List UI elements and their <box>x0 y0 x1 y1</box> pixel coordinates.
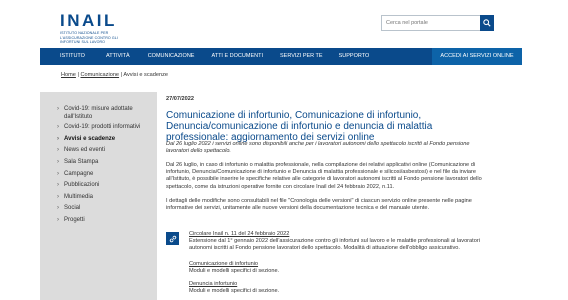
chevron-right-icon: › <box>57 216 59 223</box>
sidebar-item-label: Progetti <box>64 216 85 223</box>
attachment-description: Moduli e modelli specifici di sezione. <box>189 288 280 294</box>
breadcrumb: Home | Comunicazione | Avvisi e scadenze <box>61 72 168 78</box>
article-paragraph: Dal 26 luglio, in caso di infortunio o m… <box>166 162 482 190</box>
nav-servizi-per-te[interactable]: SERVIZI PER TE <box>280 48 323 65</box>
sidebar: › Covid-19: misure adottate dall'Istitut… <box>40 92 157 300</box>
chevron-right-icon: › <box>57 135 59 142</box>
logo-subtext: ISTITUTO NAZIONALE PER L'ASSICURAZIONE C… <box>60 31 118 45</box>
attachment-link-comunicazione[interactable]: Comunicazione di infortunio <box>189 261 489 268</box>
sidebar-item-label: Covid-19: misure adottate dall'Istituto <box>64 106 133 120</box>
article-lead: Dal 26 luglio 2022 i servizi online sono… <box>166 141 470 154</box>
search-icon <box>483 19 491 27</box>
chevron-right-icon: › <box>57 147 59 154</box>
attachment-link-denuncia[interactable]: Denuncia infortunio <box>189 281 489 288</box>
attachment-item: Denuncia infortunio Moduli e modelli spe… <box>189 281 489 295</box>
sidebar-item-multimedia[interactable]: › Multimedia <box>40 194 157 202</box>
sidebar-item-label: Covid-19: prodotti informativi <box>64 124 141 131</box>
sidebar-item-label: Multimedia <box>64 193 94 200</box>
sidebar-item-label: News ed eventi <box>64 147 106 154</box>
attachment-item: Circolare Inail n. 11 del 24 febbraio 20… <box>189 231 489 252</box>
sidebar-item-news-eventi[interactable]: › News ed eventi <box>40 147 157 155</box>
chevron-right-icon: › <box>57 106 59 112</box>
nav-istituto[interactable]: ISTITUTO <box>60 48 85 65</box>
link-icon <box>166 232 179 245</box>
attachment-description: Moduli e modelli specifici di sezione. <box>189 268 280 274</box>
sidebar-item-label: Campagne <box>64 170 94 177</box>
sidebar-item-campagne[interactable]: › Campagne <box>40 171 157 179</box>
sidebar-item-social[interactable]: › Social <box>40 205 157 213</box>
logo-word: INAIL <box>60 11 117 30</box>
sidebar-item-progetti[interactable]: › Progetti <box>40 217 157 225</box>
sidebar-item-sala-stampa[interactable]: › Sala Stampa <box>40 159 157 167</box>
attachment-link-circolare[interactable]: Circolare Inail n. 11 del 24 febbraio 20… <box>189 231 489 238</box>
nav-atti-documenti[interactable]: ATTI E DOCUMENTI <box>211 48 263 65</box>
search-button[interactable] <box>480 15 494 31</box>
nav-supporto[interactable]: SUPPORTO <box>339 48 370 65</box>
access-online-services-button[interactable]: ACCEDI AI SERVIZI ONLINE <box>432 48 522 65</box>
chevron-right-icon: › <box>57 124 59 131</box>
breadcrumb-comunicazione[interactable]: Comunicazione <box>80 72 119 78</box>
sidebar-item-label: Avvisi e scadenze <box>64 135 116 142</box>
article-date: 27/07/2022 <box>166 96 194 102</box>
sidebar-item-covid-prodotti[interactable]: › Covid-19: prodotti informativi <box>40 124 157 132</box>
search-input[interactable] <box>382 16 478 30</box>
article-paragraph: I dettagli delle modifiche sono consulta… <box>166 198 472 212</box>
nav-comunicazione[interactable]: COMUNICAZIONE <box>148 48 195 65</box>
breadcrumb-home[interactable]: Home <box>61 72 76 78</box>
inail-logo[interactable]: INAIL ISTITUTO NAZIONALE PER L'ASSICURAZ… <box>60 12 126 45</box>
main-navbar: ISTITUTO ATTIVITÀ COMUNICAZIONE ATTI E D… <box>40 48 522 65</box>
nav-attivita[interactable]: ATTIVITÀ <box>106 48 130 65</box>
search-box <box>381 15 494 31</box>
chevron-right-icon: › <box>57 193 59 200</box>
sidebar-item-avvisi-scadenze[interactable]: › Avvisi e scadenze <box>40 136 157 144</box>
sidebar-item-covid-misure[interactable]: › Covid-19: misure adottate dall'Istitut… <box>40 106 157 121</box>
chevron-right-icon: › <box>57 170 59 177</box>
sidebar-item-label: Pubblicazioni <box>64 182 100 189</box>
chevron-right-icon: › <box>57 182 59 189</box>
attachment-description: Estensione dal 1° gennaio 2022 dell'assi… <box>189 238 480 251</box>
article-title: Comunicazione di infortunio, Comunicazio… <box>166 110 433 143</box>
site-header: INAIL ISTITUTO NAZIONALE PER L'ASSICURAZ… <box>0 0 568 48</box>
sidebar-item-label: Social <box>64 205 81 212</box>
chevron-right-icon: › <box>57 205 59 212</box>
attachment-item: Comunicazione di infortunio Moduli e mod… <box>189 261 489 275</box>
sidebar-item-label: Sala Stampa <box>64 158 99 165</box>
breadcrumb-current: Avvisi e scadenze <box>123 72 168 78</box>
chevron-right-icon: › <box>57 158 59 165</box>
sidebar-item-pubblicazioni[interactable]: › Pubblicazioni <box>40 182 157 190</box>
